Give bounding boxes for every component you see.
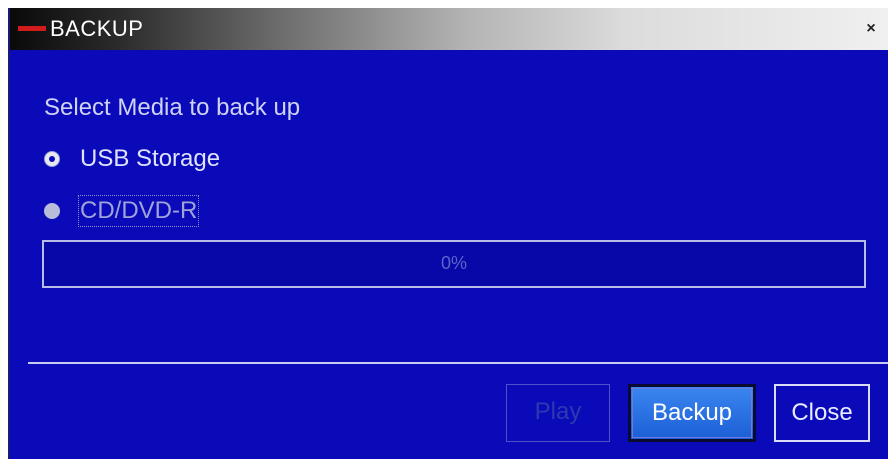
- dialog-title: BACKUP: [50, 16, 144, 41]
- title-bar[interactable]: BACKUP ×: [10, 8, 888, 50]
- cd-dvd-radio[interactable]: [44, 203, 60, 219]
- usb-storage-radio[interactable]: [44, 151, 60, 167]
- play-button[interactable]: Play: [506, 384, 610, 442]
- backup-progress-bar: 0%: [42, 240, 866, 288]
- cd-dvd-label: CD/DVD-R: [77, 195, 200, 227]
- close-button[interactable]: Close: [774, 384, 870, 442]
- divider: [28, 362, 888, 364]
- usb-storage-option[interactable]: USB Storage: [44, 144, 220, 174]
- select-media-prompt: Select Media to back up: [44, 94, 301, 121]
- backup-dialog: BACKUP × Select Media to back up USB Sto…: [8, 8, 888, 459]
- close-icon[interactable]: ×: [862, 20, 880, 38]
- progress-percent-label: 0%: [440, 253, 467, 273]
- usb-storage-label: USB Storage: [80, 145, 221, 172]
- backup-button[interactable]: Backup: [628, 384, 756, 442]
- cd-dvd-option[interactable]: CD/DVD-R: [44, 195, 200, 227]
- title-accent-bar: [18, 26, 46, 31]
